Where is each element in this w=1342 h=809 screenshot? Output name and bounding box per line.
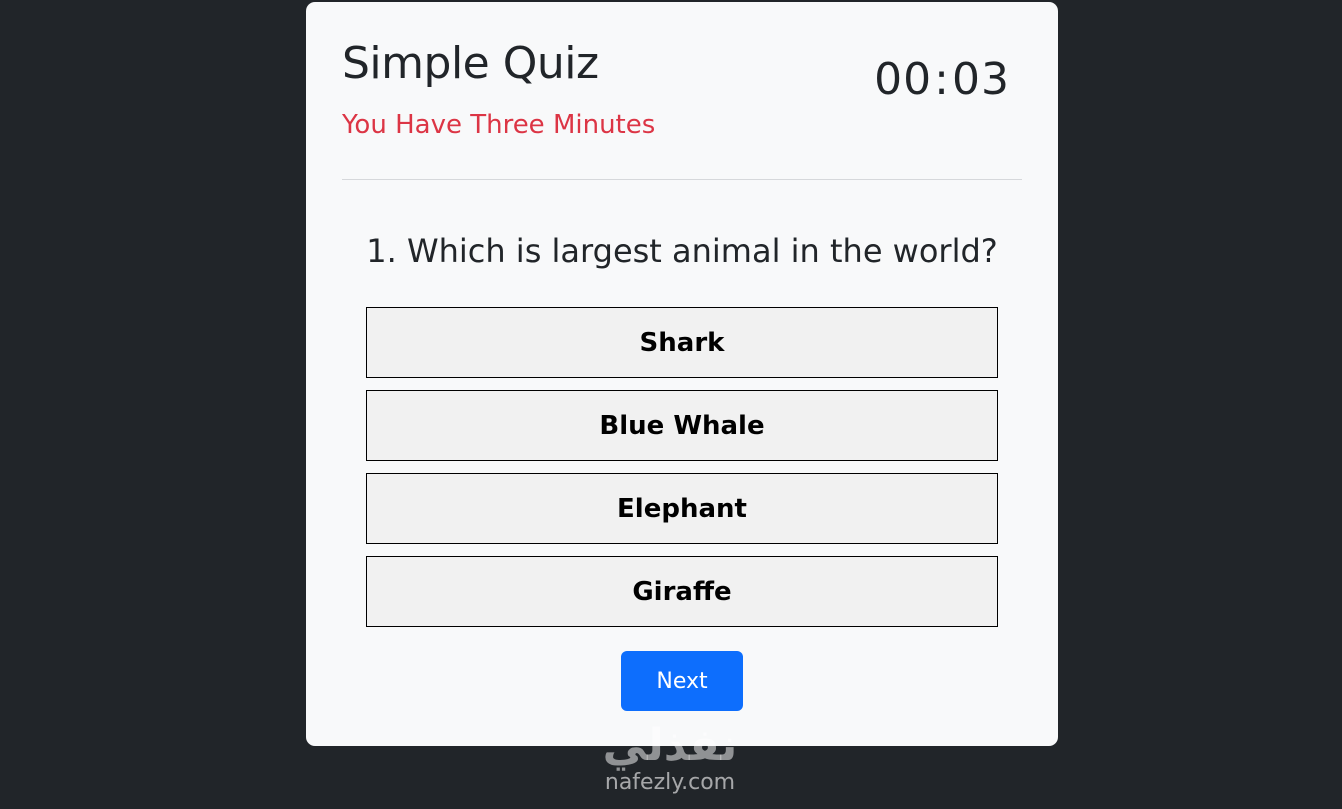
question-text: 1. Which is largest animal in the world?	[366, 232, 998, 270]
watermark-url: nafezly.com	[604, 770, 736, 795]
answer-button-giraffe[interactable]: Giraffe	[366, 556, 998, 627]
quiz-subtitle: You Have Three Minutes	[342, 110, 656, 140]
countdown-timer: 00:03	[874, 58, 1010, 102]
header-divider	[342, 179, 1022, 180]
quiz-card: Simple Quiz You Have Three Minutes 00:03…	[306, 2, 1058, 746]
answer-list: Shark Blue Whale Elephant Giraffe	[366, 307, 998, 639]
next-button[interactable]: Next	[621, 651, 743, 711]
timer-seconds: 03	[952, 54, 1010, 105]
answer-button-blue-whale[interactable]: Blue Whale	[366, 390, 998, 461]
timer-minutes: 00	[874, 54, 933, 105]
quiz-title: Simple Quiz	[342, 38, 599, 89]
answer-button-elephant[interactable]: Elephant	[366, 473, 998, 544]
answer-button-shark[interactable]: Shark	[366, 307, 998, 378]
timer-separator: :	[934, 54, 950, 105]
